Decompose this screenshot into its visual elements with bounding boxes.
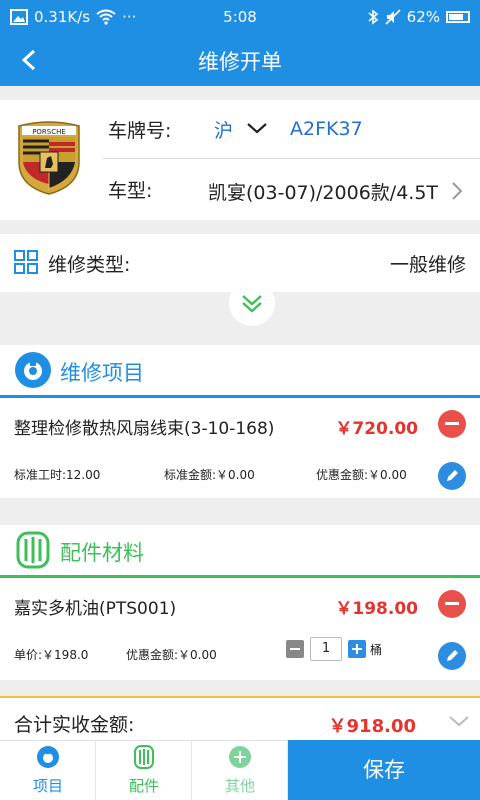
tab-items-label: 项目 <box>32 777 63 795</box>
repair-items-header: 维修项目 <box>0 345 480 395</box>
porsche-logo: PORSCHE <box>18 121 80 195</box>
plus-circle-icon <box>229 746 251 768</box>
mute-icon <box>385 9 401 25</box>
quantity-input[interactable]: 1 <box>310 637 342 661</box>
chevron-right-icon[interactable] <box>450 180 464 202</box>
car-info-card: PORSCHE 车牌号: 沪 A2FK37 车型: 凯宴(03-07)/2006… <box>0 100 480 220</box>
expand-button[interactable] <box>229 280 275 326</box>
tab-parts[interactable]: 配件 <box>96 741 192 800</box>
repair-item-row: 整理检修散热风扇线束(3-10-168) ￥720.00 标准工时:12.00 … <box>0 398 480 498</box>
repair-type-label: 维修类型: <box>48 254 131 276</box>
plate-label: 车牌号: <box>108 120 172 142</box>
wrench-icon <box>15 352 51 388</box>
chevron-down-icon[interactable] <box>246 120 268 136</box>
quantity-decrement-button[interactable] <box>286 640 304 658</box>
plus-icon <box>352 644 362 654</box>
discount-amount: 优惠金额:￥0.00 <box>316 468 407 482</box>
app-header: 维修开单 <box>0 34 480 86</box>
chevron-down-icon[interactable] <box>448 714 470 728</box>
wrench-icon <box>37 746 59 768</box>
repair-items-title: 维修项目 <box>60 361 144 385</box>
total-value: ￥918.00 <box>328 716 416 737</box>
standard-amount: 标准金额:￥0.00 <box>164 468 255 482</box>
repair-item-price: ￥720.00 <box>335 419 418 439</box>
minus-icon <box>290 648 300 650</box>
part-item-price: ￥198.00 <box>335 599 418 619</box>
part-discount: 优惠金额:￥0.00 <box>126 648 217 662</box>
car-model-selector[interactable]: 凯宴(03-07)/2006款/4.5T <box>208 178 440 205</box>
tire-icon <box>16 531 50 569</box>
model-label: 车型: <box>108 180 153 202</box>
save-button[interactable]: 保存 <box>288 740 480 800</box>
edit-part-button[interactable] <box>438 642 466 670</box>
tab-other-label: 其他 <box>224 777 255 795</box>
quantity-unit: 桶 <box>370 643 383 657</box>
battery-icon <box>446 11 470 23</box>
status-bar: 0.31K/s ··· 5:08 62% <box>0 0 480 34</box>
part-item-name: 嘉实多机油(PTS001) <box>14 599 177 619</box>
bluetooth-icon <box>368 9 378 25</box>
grid-icon <box>14 250 38 274</box>
double-chevron-down-icon <box>242 295 262 313</box>
tab-items[interactable]: 项目 <box>0 741 96 800</box>
battery-percent: 62% <box>406 8 440 26</box>
unit-price: 单价:￥198.0 <box>14 648 89 662</box>
page-title: 维修开单 <box>198 50 282 74</box>
repair-type-value[interactable]: 一般维修 <box>390 250 466 277</box>
quantity-increment-button[interactable] <box>348 640 366 658</box>
status-time: 5:08 <box>223 8 257 26</box>
remove-item-button[interactable] <box>438 410 466 438</box>
pencil-icon <box>447 470 458 481</box>
plate-province-select[interactable]: 沪 <box>214 116 233 143</box>
standard-hours: 标准工时:12.00 <box>14 468 101 482</box>
porsche-logo-text: PORSCHE <box>32 128 66 136</box>
pencil-icon <box>447 650 458 661</box>
remove-part-button[interactable] <box>438 590 466 618</box>
total-row[interactable]: 合计实收金额: ￥918.00 <box>0 696 480 740</box>
tab-other[interactable]: 其他 <box>192 741 288 800</box>
parts-title: 配件材料 <box>60 541 144 565</box>
edit-item-button[interactable] <box>438 462 466 490</box>
total-label: 合计实收金额: <box>14 714 135 736</box>
parts-header: 配件材料 <box>0 525 480 575</box>
repair-item-name: 整理检修散热风扇线束(3-10-168) <box>14 419 275 439</box>
divider <box>102 158 480 159</box>
plate-number-input[interactable]: A2FK37 <box>290 118 363 140</box>
tire-icon <box>134 745 154 769</box>
tab-parts-label: 配件 <box>128 777 159 795</box>
part-item-row: 嘉实多机油(PTS001) ￥198.00 单价:￥198.0 优惠金额:￥0.… <box>0 578 480 680</box>
